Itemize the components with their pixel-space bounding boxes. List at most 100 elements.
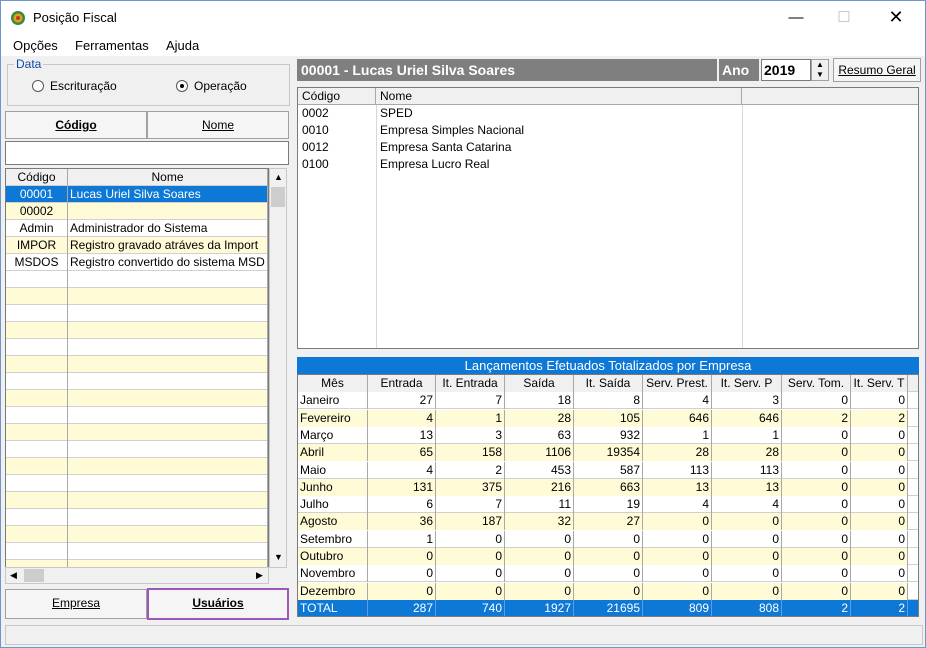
value-cell: 8	[574, 392, 643, 410]
lancamento-row[interactable]: Março 13 3 63 932 1 1 0 0	[298, 426, 918, 444]
empty-row[interactable]	[6, 271, 268, 288]
col-header-codigo[interactable]: Código	[298, 88, 376, 105]
scroll-up-icon[interactable]: ▲	[274, 172, 283, 182]
col-header-6[interactable]: It. Serv. P	[712, 375, 782, 392]
empresa-row[interactable]: 0100 Empresa Lucro Real	[298, 156, 918, 173]
col-header-3[interactable]: Saída	[505, 375, 574, 392]
empty-row[interactable]	[6, 339, 268, 356]
empty-row[interactable]	[6, 322, 268, 339]
value-cell: 0	[782, 513, 851, 531]
value-cell: 0	[851, 392, 908, 410]
radio-operacao[interactable]: Operação	[176, 79, 247, 93]
scroll-down-icon[interactable]: ▼	[274, 552, 283, 562]
col-header-4[interactable]: It. Saída	[574, 375, 643, 392]
usuario-row[interactable]: 00002	[6, 203, 268, 220]
usuario-nome-cell	[68, 475, 268, 492]
menu-ajuda[interactable]: Ajuda	[166, 38, 199, 53]
col-header-nome[interactable]: Nome	[376, 88, 742, 105]
value-cell: 0	[574, 530, 643, 548]
value-cell: 0	[368, 548, 436, 565]
lancamento-row[interactable]: Fevereiro 4 1 28 105 646 646 2 2	[298, 409, 918, 427]
col-header-0[interactable]: Mês	[298, 375, 368, 392]
col-header-7[interactable]: Serv. Tom.	[782, 375, 851, 392]
resumo-geral-button[interactable]: Resumo Geral	[833, 58, 921, 82]
mes-cell: Junho	[298, 478, 368, 496]
usuario-row[interactable]: 00001 Lucas Uriel Silva Soares	[6, 186, 268, 203]
empty-row[interactable]	[6, 526, 268, 543]
lancamento-row[interactable]: Janeiro 27 7 18 8 4 3 0 0	[298, 392, 918, 410]
empty-row[interactable]	[6, 543, 268, 560]
close-button[interactable]: ✕	[873, 1, 919, 34]
menu-opcoes[interactable]: Opções	[13, 38, 58, 53]
horizontal-scrollbar[interactable]: ◀ ▶	[5, 567, 269, 584]
usuario-row[interactable]: Admin Administrador do Sistema	[6, 220, 268, 237]
empty-row[interactable]	[6, 458, 268, 475]
empty-row[interactable]	[6, 305, 268, 322]
empty-row[interactable]	[6, 424, 268, 441]
ano-input[interactable]: 2019	[761, 59, 811, 81]
empty-row[interactable]	[6, 441, 268, 458]
empty-row[interactable]	[6, 509, 268, 526]
mes-cell: Dezembro	[298, 582, 368, 600]
lancamento-row[interactable]: Setembro 1 0 0 0 0 0 0 0	[298, 530, 918, 548]
usuario-nome-cell: Registro gravado atráves da Import	[68, 237, 268, 254]
spin-down-icon[interactable]: ▼	[812, 70, 828, 80]
usuario-codigo-cell	[6, 475, 68, 492]
hscroll-thumb[interactable]	[24, 569, 44, 582]
usuario-row[interactable]: MSDOS Registro convertido do sistema MSD	[6, 254, 268, 271]
maximize-button[interactable]: ☐	[821, 1, 867, 34]
spin-up-icon[interactable]: ▲	[812, 60, 828, 70]
sort-nome-button[interactable]: Nome	[147, 111, 289, 139]
col-header-2[interactable]: It. Entrada	[436, 375, 505, 392]
empty-row[interactable]	[6, 373, 268, 390]
empresa-row[interactable]: 0010 Empresa Simples Nacional	[298, 122, 918, 139]
col-header-8[interactable]: It. Serv. T	[851, 375, 908, 392]
empty-row[interactable]	[6, 492, 268, 509]
col-header-1[interactable]: Entrada	[368, 375, 436, 392]
lancamento-row[interactable]: Julho 6 7 11 19 4 4 0 0	[298, 496, 918, 514]
sort-codigo-button[interactable]: Código	[5, 111, 147, 139]
value-cell: 0	[851, 461, 908, 479]
value-cell: 0	[436, 548, 505, 565]
scroll-left-icon[interactable]: ◀	[10, 570, 17, 581]
scroll-right-icon[interactable]: ▶	[256, 570, 263, 581]
lancamento-row[interactable]: Outubro 0 0 0 0 0 0 0 0	[298, 548, 918, 565]
value-cell: 11	[505, 496, 574, 514]
tab-usuarios[interactable]: Usuários	[147, 588, 289, 620]
lancamento-row[interactable]: Novembro 0 0 0 0 0 0 0 0	[298, 565, 918, 583]
tab-empresa[interactable]: Empresa	[5, 589, 147, 619]
ano-spinner[interactable]: ▲ ▼	[811, 59, 829, 81]
lancamento-row[interactable]: Junho 131 375 216 663 13 13 0 0	[298, 478, 918, 496]
lancamento-row[interactable]: Abril 65 158 1106 19354 28 28 0 0	[298, 444, 918, 462]
lancamento-row[interactable]: Dezembro 0 0 0 0 0 0 0 0	[298, 582, 918, 600]
value-cell: 0	[782, 392, 851, 410]
empresa-row[interactable]: 0002 SPED	[298, 105, 918, 122]
scroll-thumb[interactable]	[271, 187, 285, 207]
empty-row[interactable]	[6, 288, 268, 305]
radio-escrituracao[interactable]: Escrituração	[32, 79, 117, 93]
empty-row[interactable]	[6, 407, 268, 424]
radio-operacao-indicator	[176, 80, 188, 92]
empty-row[interactable]	[6, 475, 268, 492]
empty-row[interactable]	[6, 356, 268, 373]
usuario-nome-cell	[68, 458, 268, 475]
col-header-codigo[interactable]: Código	[6, 169, 68, 186]
empty-row[interactable]	[6, 390, 268, 407]
menu-ferramentas[interactable]: Ferramentas	[75, 38, 149, 53]
empresa-row[interactable]: 0012 Empresa Santa Catarina	[298, 139, 918, 156]
col-header-5[interactable]: Serv. Prest.	[643, 375, 712, 392]
minimize-button[interactable]: —	[773, 1, 819, 34]
search-input[interactable]	[5, 141, 289, 165]
value-cell: 36	[368, 513, 436, 531]
col-header-nome[interactable]: Nome	[68, 169, 268, 186]
usuario-codigo-cell	[6, 509, 68, 526]
usuario-nome-cell	[68, 288, 268, 305]
usuario-row[interactable]: IMPOR Registro gravado atráves da Import	[6, 237, 268, 254]
vertical-scrollbar[interactable]: ▲ ▼	[269, 168, 287, 568]
total-value-cell: 809	[643, 599, 712, 616]
usuario-codigo-cell	[6, 543, 68, 560]
lancamento-row[interactable]: Agosto 36 187 32 27 0 0 0 0	[298, 513, 918, 531]
usuario-nome-cell	[68, 492, 268, 509]
value-cell: 113	[712, 461, 782, 479]
lancamento-row[interactable]: Maio 4 2 453 587 113 113 0 0	[298, 461, 918, 479]
